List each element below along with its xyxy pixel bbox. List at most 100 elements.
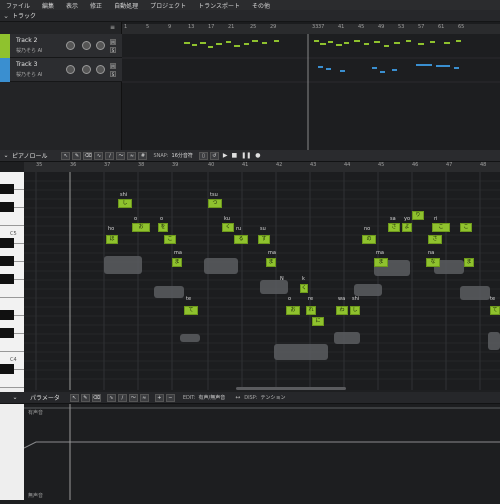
piano-roll-grid[interactable]: shi し tsu つ ho ほ o お o を こ ku く ru る su … — [24, 172, 500, 390]
zoom-out-icon[interactable]: − — [165, 393, 175, 402]
curve-tool-icon[interactable]: ∿ — [106, 393, 116, 402]
note[interactable]: に — [312, 317, 324, 326]
menu-edit[interactable]: 編集 — [36, 1, 60, 10]
play-icon[interactable]: ▶ — [223, 152, 228, 159]
pan-knob[interactable] — [82, 65, 91, 74]
note-lyric: k — [302, 276, 305, 282]
stop-icon[interactable]: ■ — [232, 152, 238, 159]
disp-label: DISP: — [244, 394, 258, 401]
solo-button[interactable]: S — [110, 71, 116, 77]
piano-key-black[interactable] — [0, 184, 14, 194]
draw-tool-icon[interactable]: ✎ — [72, 151, 82, 160]
line-tool-icon[interactable]: ∕ — [105, 151, 115, 160]
note[interactable]: ま — [464, 258, 474, 267]
piano-key-black[interactable] — [0, 310, 14, 320]
piano-key-black[interactable] — [0, 328, 14, 338]
snap-toggle-icon[interactable]: ▯ — [198, 151, 208, 160]
note[interactable]: て — [490, 306, 500, 315]
track-ruler[interactable]: 1 5 9 13 17 21 25 29 33 37 41 45 49 53 5… — [122, 24, 500, 34]
horizontal-scrollbar[interactable] — [236, 387, 346, 390]
track-row-2[interactable]: Track 2 桜乃そら AI M S — [0, 34, 122, 58]
note[interactable]: し — [118, 199, 132, 208]
chevron-down-icon[interactable]: ⌄ — [0, 152, 12, 159]
menu-modify[interactable]: 修正 — [84, 1, 108, 10]
note[interactable]: わ — [336, 306, 348, 315]
note[interactable]: ま — [266, 258, 276, 267]
note-lyric: ru — [236, 226, 242, 232]
send-knob[interactable] — [96, 41, 105, 50]
draw-tool-icon[interactable]: ✎ — [80, 393, 90, 402]
track-row-3[interactable]: Track 3 桜乃そら AI M S — [0, 58, 122, 82]
note[interactable]: り — [412, 211, 424, 220]
note[interactable]: さ — [428, 235, 442, 244]
note[interactable]: る — [234, 235, 248, 244]
menu-icon[interactable]: ≡ — [110, 24, 115, 31]
menu-view[interactable]: 表示 — [60, 1, 84, 10]
pitch-tool-icon[interactable]: 〜 — [128, 393, 138, 402]
note[interactable]: の — [362, 235, 376, 244]
record-icon[interactable]: ● — [255, 152, 260, 159]
parameter-graph[interactable]: 有声音 無声音 — [23, 404, 500, 500]
note[interactable]: し — [350, 306, 360, 315]
chevron-down-icon[interactable]: ⌄ — [0, 394, 30, 401]
swap-icon[interactable]: ↔ — [235, 394, 240, 401]
vibrato-tool-icon[interactable]: ≈ — [139, 393, 149, 402]
menu-file[interactable]: ファイル — [0, 1, 36, 10]
edit-select[interactable]: 有声/無声音 — [199, 394, 226, 401]
track-lanes[interactable] — [122, 34, 500, 150]
note[interactable]: つ — [208, 199, 222, 208]
note[interactable]: な — [426, 258, 440, 267]
pan-knob[interactable] — [82, 41, 91, 50]
volume-knob[interactable] — [66, 41, 75, 50]
volume-knob[interactable] — [66, 65, 75, 74]
menu-other[interactable]: その他 — [246, 1, 276, 10]
disp-select[interactable]: テンション — [260, 394, 285, 401]
note[interactable]: す — [258, 235, 270, 244]
pause-icon[interactable]: ❚❚ — [241, 152, 251, 159]
note[interactable]: く — [222, 223, 234, 232]
note[interactable]: を — [158, 223, 168, 232]
eraser-tool-icon[interactable]: ⌫ — [83, 151, 93, 160]
mute-button[interactable]: M — [110, 63, 116, 69]
eraser-tool-icon[interactable]: ⌫ — [91, 393, 101, 402]
note[interactable]: く — [300, 284, 308, 293]
note[interactable]: こ — [460, 223, 472, 232]
bar-number: 48 — [480, 162, 487, 168]
solo-button[interactable]: S — [110, 47, 116, 53]
zoom-in-icon[interactable]: + — [154, 393, 164, 402]
piano-key-black[interactable] — [0, 274, 14, 284]
mute-button[interactable]: M — [110, 39, 116, 45]
chevron-down-icon[interactable]: ⌄ — [0, 12, 12, 20]
grid-tool-icon[interactable]: # — [138, 151, 148, 160]
vibrato-tool-icon[interactable]: ≈ — [127, 151, 137, 160]
piano-key-black[interactable] — [0, 256, 14, 266]
piano-key-black[interactable] — [0, 202, 14, 212]
piano-key-black[interactable] — [0, 238, 14, 248]
note[interactable]: ま — [172, 258, 182, 267]
note[interactable]: よ — [402, 223, 412, 232]
curve-tool-icon[interactable]: ∿ — [94, 151, 104, 160]
note[interactable]: て — [184, 306, 198, 315]
note[interactable]: お — [286, 306, 300, 315]
snap-select[interactable]: 16分音符 — [172, 152, 193, 159]
loop-icon[interactable]: ↺ — [209, 151, 219, 160]
menu-transport[interactable]: トランスポート — [192, 1, 246, 10]
note[interactable]: れ — [306, 306, 316, 315]
note[interactable]: さ — [388, 223, 400, 232]
note[interactable]: お — [132, 223, 150, 232]
menu-auto[interactable]: 自動処理 — [108, 1, 144, 10]
line-tool-icon[interactable]: ∕ — [117, 393, 127, 402]
piano-key-black[interactable] — [0, 364, 14, 374]
note[interactable]: ま — [374, 258, 388, 267]
pointer-tool-icon[interactable]: ↖ — [61, 151, 71, 160]
note[interactable]: ほ — [106, 235, 118, 244]
menu-project[interactable]: プロジェクト — [144, 1, 192, 10]
note[interactable]: こ — [432, 223, 450, 232]
piano-keyboard[interactable]: C5 C4 — [0, 172, 24, 500]
pitch-tool-icon[interactable]: 〜 — [116, 151, 126, 160]
send-knob[interactable] — [96, 65, 105, 74]
waveform-blob — [104, 256, 142, 274]
pointer-tool-icon[interactable]: ↖ — [69, 393, 79, 402]
note[interactable]: こ — [164, 235, 176, 244]
piano-roll-ruler[interactable]: 35 36 37 38 39 40 41 42 43 44 45 46 47 4… — [24, 162, 500, 172]
